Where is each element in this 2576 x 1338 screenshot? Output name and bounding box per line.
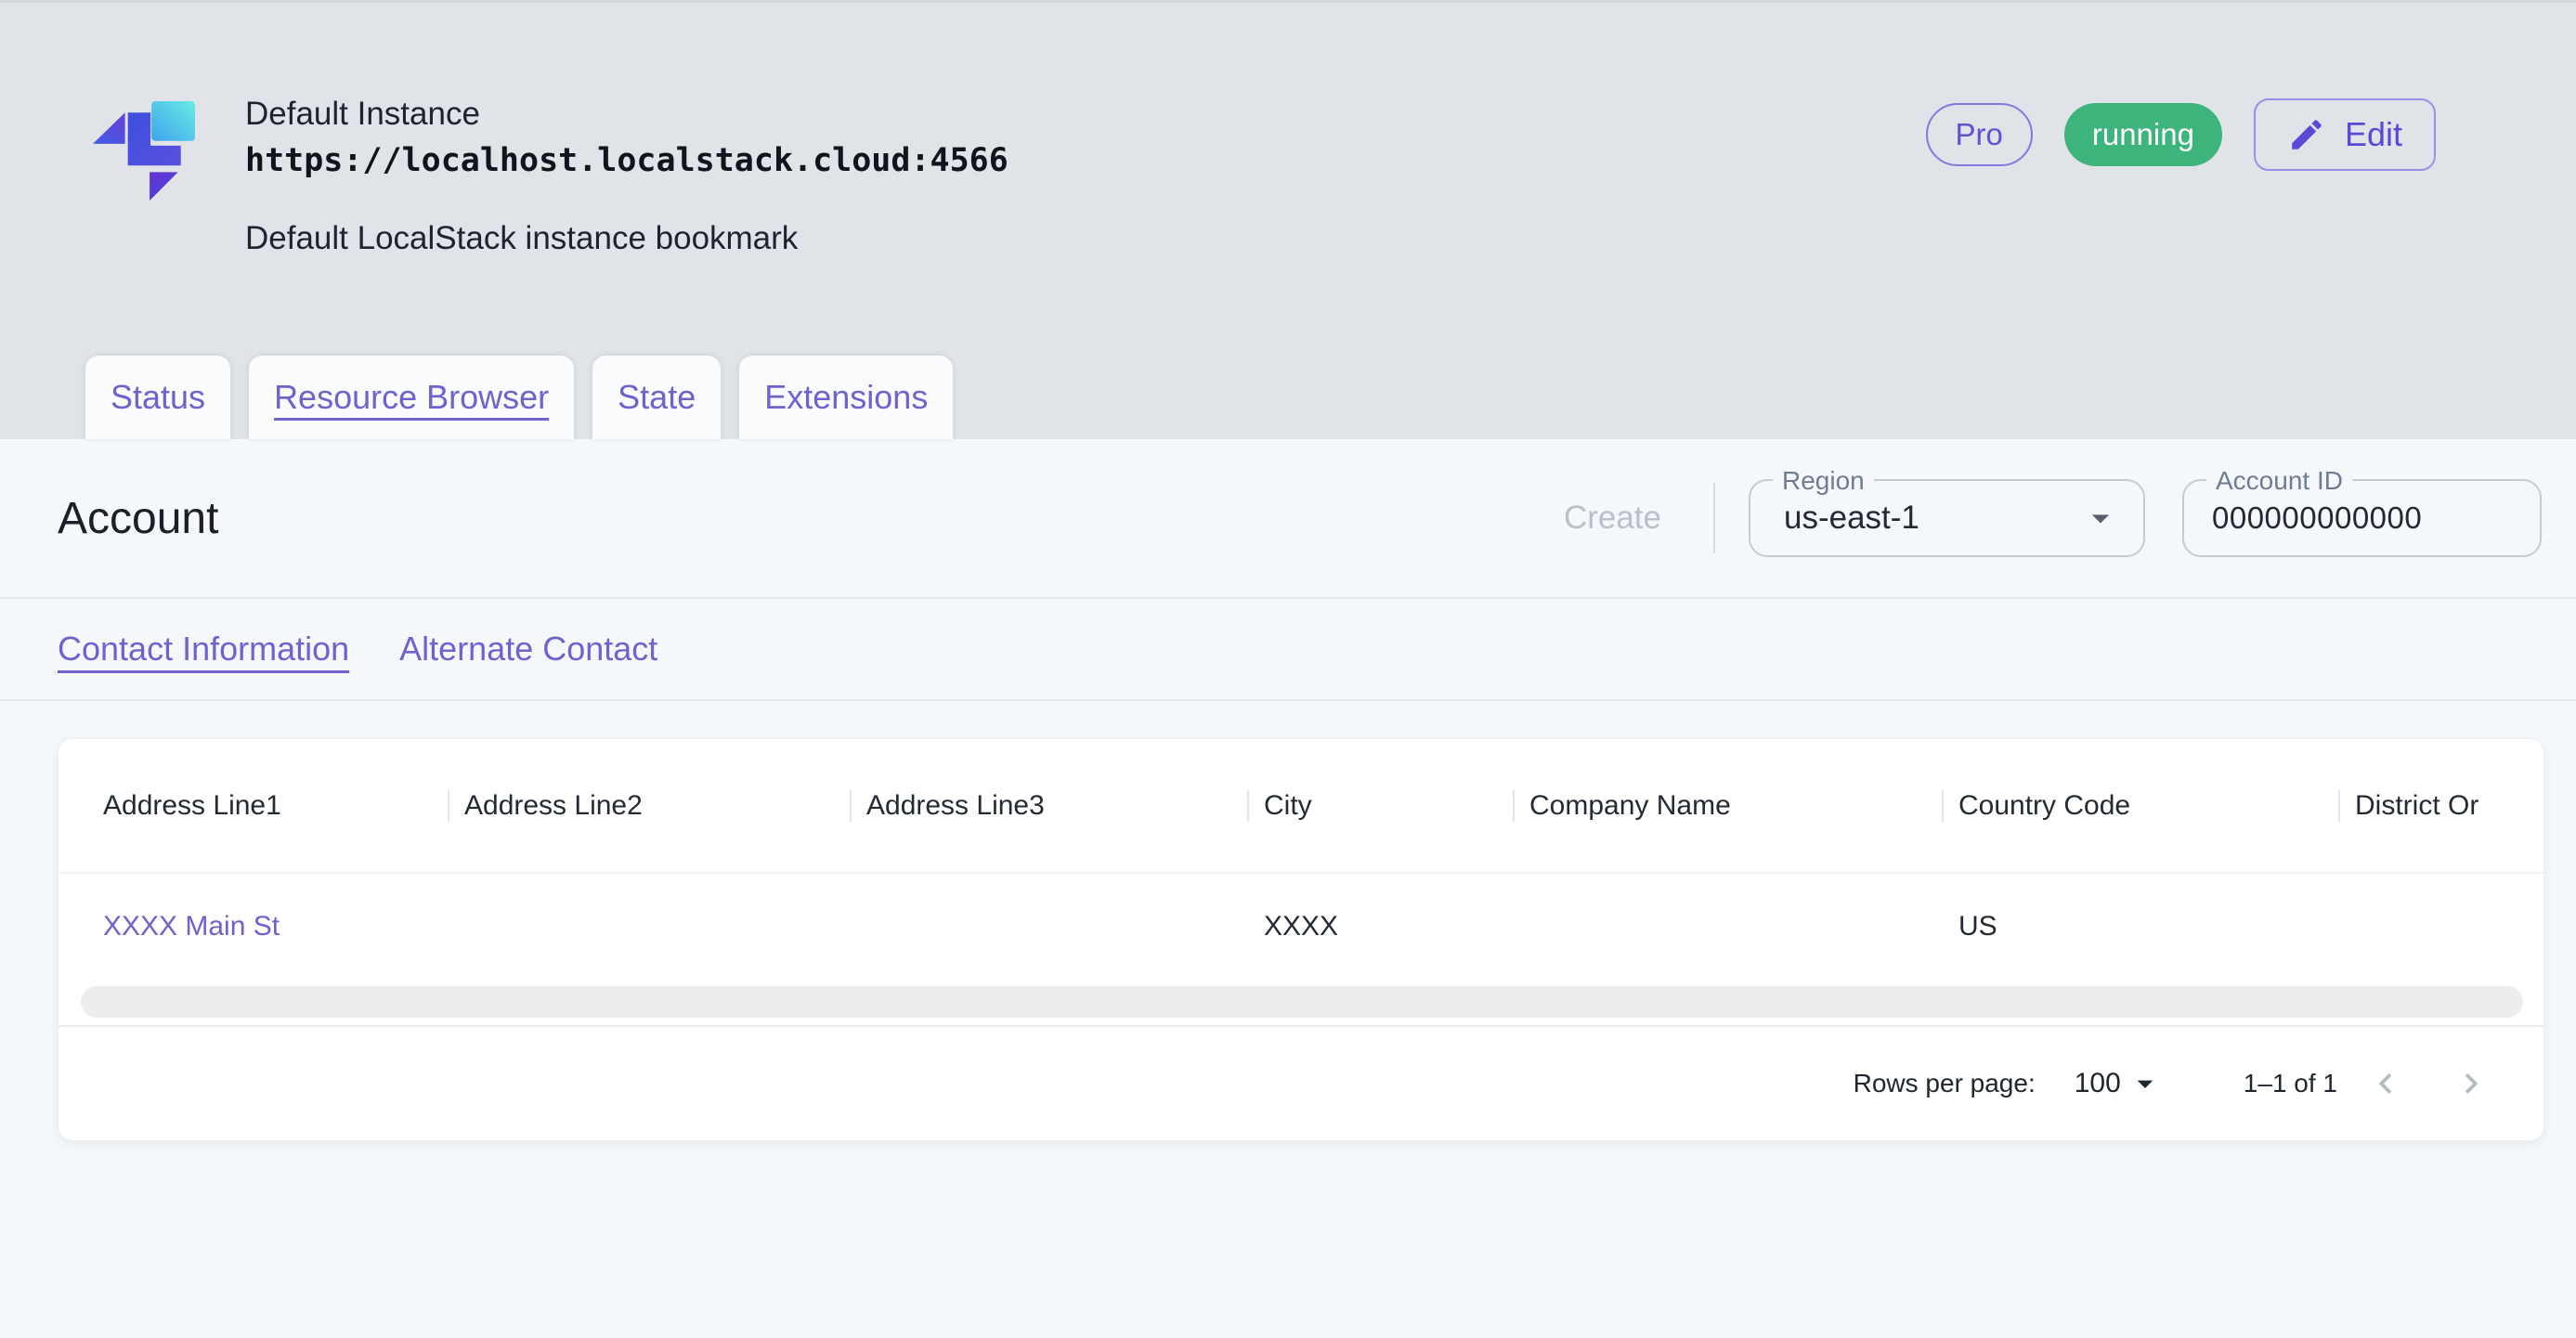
column-header-country-code: Country Code	[1942, 790, 2338, 822]
resource-controls: Create Region us-east-1 Account ID	[1564, 479, 2542, 557]
subtab-contact-information[interactable]: Contact Information	[58, 630, 349, 669]
pro-badge: Pro	[1926, 103, 2033, 166]
pagination-range-label: 1–1 of 1	[2244, 1069, 2337, 1098]
table-header-row: Address Line1 Address Line2 Address Line…	[59, 739, 2544, 874]
tab-resource-browser[interactable]: Resource Browser	[249, 356, 574, 439]
account-id-field[interactable]: Account ID	[2182, 479, 2542, 557]
resource-subtabs: Contact Information Alternate Contact	[0, 599, 2576, 701]
column-header-city: City	[1247, 790, 1513, 822]
chevron-right-icon	[2451, 1063, 2491, 1104]
account-id-label: Account ID	[2206, 465, 2352, 497]
instance-description: Default LocalStack instance bookmark	[245, 220, 1008, 257]
next-page-button[interactable]	[2434, 1046, 2508, 1121]
dropdown-arrow-icon	[2127, 1065, 2164, 1102]
running-status-badge: running	[2064, 103, 2222, 166]
column-header-address-line1: Address Line1	[59, 790, 448, 822]
column-header-company-name: Company Name	[1513, 790, 1942, 822]
pencil-icon	[2287, 115, 2326, 154]
region-select-value: us-east-1	[1784, 500, 1919, 537]
horizontal-scrollbar-thumb[interactable]	[81, 986, 2523, 1018]
select-arrow-icon	[2080, 498, 2121, 539]
row-cell-city: XXXX	[1247, 911, 1513, 942]
tab-state[interactable]: State	[592, 356, 721, 439]
instance-tabs: Status Resource Browser State Extensions	[85, 356, 953, 439]
resource-browser-panel: Account Create Region us-east-1 Account …	[0, 439, 2576, 1141]
tab-status[interactable]: Status	[85, 356, 230, 439]
row-cell-country-code: US	[1942, 911, 2338, 942]
page-title: Account	[58, 493, 218, 544]
column-header-district: District Or	[2338, 790, 2544, 822]
resource-header: Account Create Region us-east-1 Account …	[0, 439, 2576, 599]
pagination-bar: Rows per page: 100 1–1 of 1	[59, 1027, 2543, 1140]
rows-per-page-value: 100	[2075, 1068, 2121, 1099]
instance-brand: Default Instance https://localhost.local…	[93, 94, 1008, 257]
instance-header: Default Instance https://localhost.local…	[0, 0, 2576, 439]
instance-url: https://localhost.localstack.cloud:4566	[245, 142, 1008, 179]
previous-page-button[interactable]	[2348, 1046, 2423, 1121]
results-card: Address Line1 Address Line2 Address Line…	[58, 738, 2544, 1141]
instance-meta: Default Instance https://localhost.local…	[245, 94, 1008, 257]
page: Default Instance https://localhost.local…	[0, 0, 2576, 1338]
region-select[interactable]: Region us-east-1	[1749, 479, 2145, 557]
rows-per-page-select[interactable]: 100	[2075, 1065, 2164, 1102]
horizontal-scrollbar	[59, 979, 2543, 1025]
localstack-logo-icon	[93, 101, 195, 201]
rows-per-page-label: Rows per page:	[1854, 1069, 2036, 1098]
instance-actions: Pro running Edit	[1926, 98, 2437, 171]
column-header-address-line2: Address Line2	[448, 790, 850, 822]
controls-divider	[1713, 483, 1715, 553]
account-id-input[interactable]	[2184, 500, 2540, 536]
create-button[interactable]: Create	[1564, 500, 1661, 537]
chevron-left-icon	[2365, 1063, 2406, 1104]
row-link-address-line1[interactable]: XXXX Main St	[59, 911, 448, 942]
edit-button[interactable]: Edit	[2254, 98, 2436, 171]
subtab-alternate-contact[interactable]: Alternate Contact	[399, 630, 657, 669]
tab-extensions[interactable]: Extensions	[739, 356, 953, 439]
column-header-address-line3: Address Line3	[850, 790, 1247, 822]
region-select-label: Region	[1773, 465, 1874, 497]
instance-name: Default Instance	[245, 94, 1008, 135]
edit-button-label: Edit	[2345, 115, 2402, 154]
table-row: XXXX Main St XXXX US	[59, 874, 2544, 979]
